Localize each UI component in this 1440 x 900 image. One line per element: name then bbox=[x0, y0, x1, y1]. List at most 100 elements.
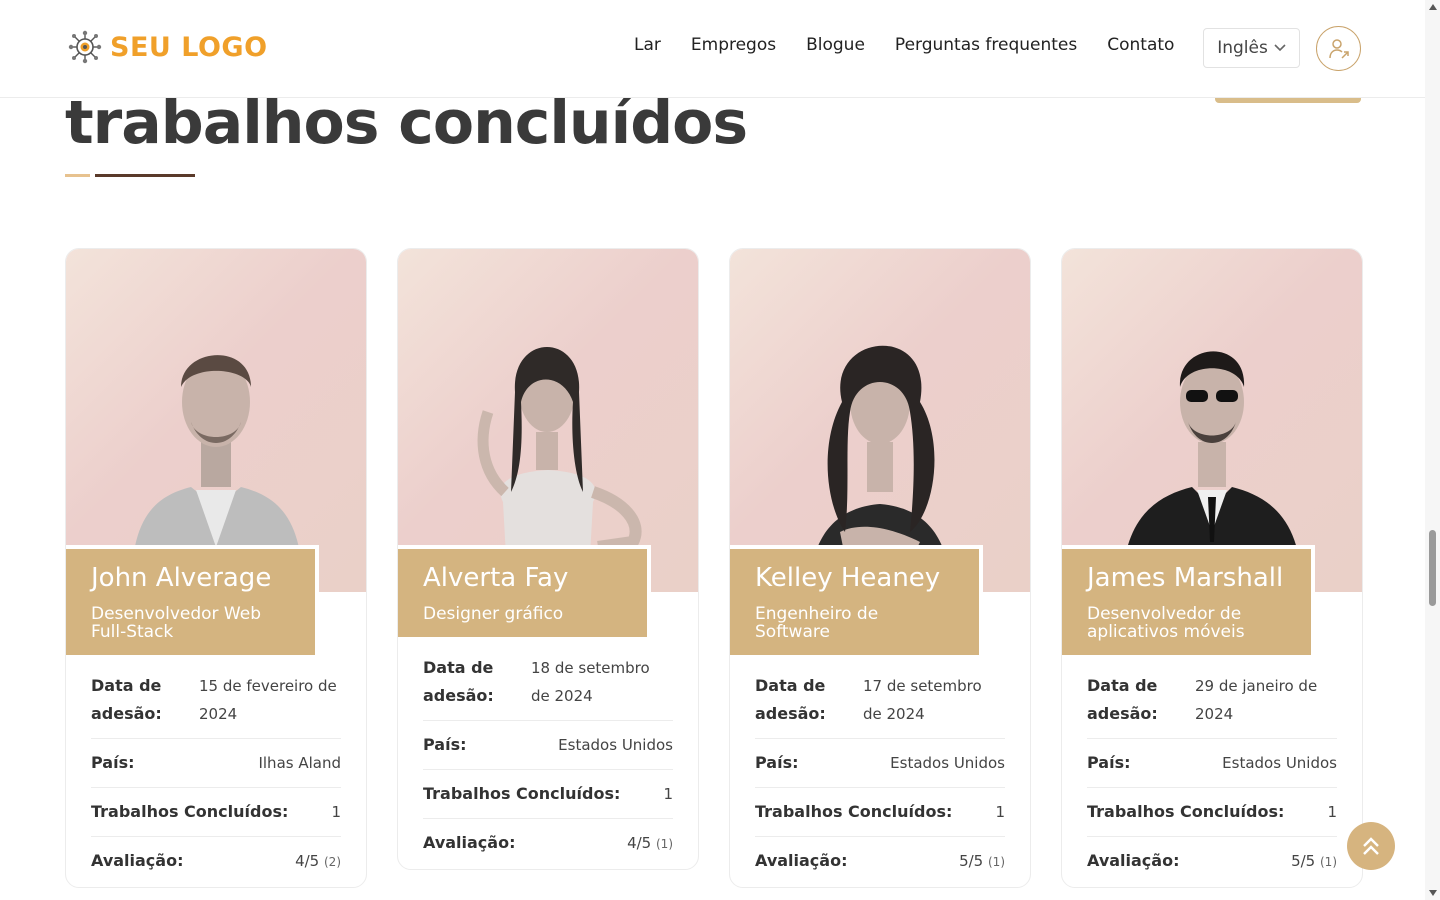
section-title: trabalhos concluídos bbox=[65, 88, 748, 158]
freelancer-name[interactable]: Kelley Heaney bbox=[755, 563, 955, 593]
detail-row-jobs: Trabalhos Concluídos: 1 bbox=[423, 770, 673, 819]
scrollbar-thumb[interactable] bbox=[1429, 530, 1436, 606]
rating-score: 5/5 bbox=[1291, 852, 1316, 870]
joined-value: 29 de janeiro de 2024 bbox=[1195, 677, 1318, 723]
rating-label: Avaliação: bbox=[91, 851, 184, 870]
user-icon bbox=[1328, 38, 1349, 59]
review-count: (1) bbox=[1320, 855, 1337, 869]
joined-label: Data de adesão: bbox=[755, 676, 826, 723]
detail-row-rating: Avaliação: 4/5 (2) bbox=[91, 837, 341, 886]
freelancer-card[interactable]: Alverta Fay Designer gráfico Data de ade… bbox=[397, 248, 699, 870]
jobs-label: Trabalhos Concluídos: bbox=[91, 802, 289, 821]
country-label: País: bbox=[423, 735, 467, 754]
nav-home[interactable]: Lar bbox=[634, 35, 661, 55]
chevron-down-icon bbox=[1274, 44, 1286, 52]
detail-row-joined: Data de adesão: 29 de janeiro de 2024 bbox=[1087, 672, 1337, 739]
name-panel: Alverta Fay Designer gráfico bbox=[398, 545, 651, 637]
jobs-value: 1 bbox=[331, 803, 341, 821]
title-underline-long bbox=[95, 174, 195, 177]
detail-row-country: País: Estados Unidos bbox=[1087, 739, 1337, 788]
joined-value: 18 de setembro de 2024 bbox=[531, 659, 650, 705]
review-count: (2) bbox=[324, 855, 341, 869]
details-list: Data de adesão: 17 de setembro de 2024 P… bbox=[755, 672, 1005, 886]
page-scrollbar[interactable] bbox=[1425, 0, 1440, 900]
country-label: País: bbox=[91, 753, 135, 772]
nav-blog[interactable]: Blogue bbox=[806, 35, 865, 55]
logo[interactable]: SEU LOGO bbox=[68, 30, 268, 64]
freelancer-card[interactable]: James Marshall Desenvolvedor de aplicati… bbox=[1061, 248, 1363, 888]
freelancer-role: Desenvolvedor Web Full-Stack bbox=[91, 604, 261, 642]
scroll-up-icon[interactable] bbox=[1429, 4, 1437, 10]
rating-value: 4/5 (2) bbox=[295, 847, 341, 876]
freelancer-name[interactable]: James Marshall bbox=[1087, 563, 1287, 593]
nav-contact[interactable]: Contato bbox=[1107, 35, 1174, 55]
detail-row-jobs: Trabalhos Concluídos: 1 bbox=[755, 788, 1005, 837]
title-underline-short bbox=[65, 174, 90, 177]
detail-row-country: País: Estados Unidos bbox=[423, 721, 673, 770]
name-panel: James Marshall Desenvolvedor de aplicati… bbox=[1062, 545, 1315, 655]
country-value: Estados Unidos bbox=[890, 754, 1005, 772]
jobs-value: 1 bbox=[995, 803, 1005, 821]
joined-label: Data de adesão: bbox=[91, 676, 162, 723]
jobs-label: Trabalhos Concluídos: bbox=[423, 784, 621, 803]
profile-photo bbox=[66, 249, 366, 592]
freelancer-name[interactable]: John Alverage bbox=[91, 563, 291, 593]
rating-label: Avaliação: bbox=[755, 851, 848, 870]
rating-value: 4/5 (1) bbox=[627, 829, 673, 858]
detail-row-jobs: Trabalhos Concluídos: 1 bbox=[1087, 788, 1337, 837]
nav-faq[interactable]: Perguntas frequentes bbox=[895, 35, 1077, 55]
name-panel: Kelley Heaney Engenheiro de Software bbox=[730, 545, 983, 655]
country-value: Estados Unidos bbox=[558, 736, 673, 754]
freelancer-card[interactable]: John Alverage Desenvolvedor Web Full-Sta… bbox=[65, 248, 367, 888]
back-to-top-button[interactable] bbox=[1347, 822, 1395, 870]
details-list: Data de adesão: 18 de setembro de 2024 P… bbox=[423, 654, 673, 868]
freelancer-name[interactable]: Alverta Fay bbox=[423, 563, 623, 593]
detail-row-jobs: Trabalhos Concluídos: 1 bbox=[91, 788, 341, 837]
review-count: (1) bbox=[656, 837, 673, 851]
rating-score: 4/5 bbox=[295, 852, 320, 870]
jobs-value: 1 bbox=[1327, 803, 1337, 821]
logo-text: SEU LOGO bbox=[110, 31, 268, 63]
main-nav: Lar Empregos Blogue Perguntas frequentes… bbox=[634, 35, 1174, 55]
freelancer-role: Designer gráfico bbox=[423, 604, 564, 624]
nav-jobs[interactable]: Empregos bbox=[691, 35, 776, 55]
detail-row-country: País: Ilhas Aland bbox=[91, 739, 341, 788]
joined-value: 17 de setembro de 2024 bbox=[863, 677, 982, 723]
detail-row-joined: Data de adesão: 17 de setembro de 2024 bbox=[755, 672, 1005, 739]
details-list: Data de adesão: 29 de janeiro de 2024 Pa… bbox=[1087, 672, 1337, 886]
rating-value: 5/5 (1) bbox=[959, 847, 1005, 876]
rating-label: Avaliação: bbox=[1087, 851, 1180, 870]
jobs-label: Trabalhos Concluídos: bbox=[1087, 802, 1285, 821]
profile-photo bbox=[1062, 249, 1362, 592]
freelancer-role: Desenvolvedor de aplicativos móveis bbox=[1087, 604, 1245, 642]
rating-score: 4/5 bbox=[627, 834, 652, 852]
detail-row-rating: Avaliação: 5/5 (1) bbox=[755, 837, 1005, 886]
freelancer-card[interactable]: Kelley Heaney Engenheiro de Software Dat… bbox=[729, 248, 1031, 888]
detail-row-rating: Avaliação: 5/5 (1) bbox=[1087, 837, 1337, 886]
site-header: SEU LOGO Lar Empregos Blogue Perguntas f… bbox=[0, 0, 1425, 98]
scroll-down-icon[interactable] bbox=[1429, 890, 1437, 896]
detail-row-joined: Data de adesão: 15 de fevereiro de 2024 bbox=[91, 672, 341, 739]
detail-row-joined: Data de adesão: 18 de setembro de 2024 bbox=[423, 654, 673, 721]
logo-icon bbox=[68, 30, 102, 64]
profile-photo bbox=[730, 249, 1030, 592]
rating-label: Avaliação: bbox=[423, 833, 516, 852]
jobs-label: Trabalhos Concluídos: bbox=[755, 802, 953, 821]
joined-label: Data de adesão: bbox=[1087, 676, 1158, 723]
joined-value: 15 de fevereiro de 2024 bbox=[199, 677, 337, 723]
detail-row-country: País: Estados Unidos bbox=[755, 739, 1005, 788]
user-login-button[interactable] bbox=[1316, 26, 1361, 71]
language-select[interactable]: Inglês bbox=[1203, 28, 1300, 68]
country-label: País: bbox=[755, 753, 799, 772]
country-label: País: bbox=[1087, 753, 1131, 772]
joined-label: Data de adesão: bbox=[423, 658, 494, 705]
double-chevron-up-icon bbox=[1363, 837, 1379, 855]
rating-value: 5/5 (1) bbox=[1291, 847, 1337, 876]
profile-photo bbox=[398, 249, 698, 592]
language-label: Inglês bbox=[1217, 38, 1268, 58]
jobs-value: 1 bbox=[663, 785, 673, 803]
rating-score: 5/5 bbox=[959, 852, 984, 870]
country-value: Estados Unidos bbox=[1222, 754, 1337, 772]
details-list: Data de adesão: 15 de fevereiro de 2024 … bbox=[91, 672, 341, 886]
detail-row-rating: Avaliação: 4/5 (1) bbox=[423, 819, 673, 868]
